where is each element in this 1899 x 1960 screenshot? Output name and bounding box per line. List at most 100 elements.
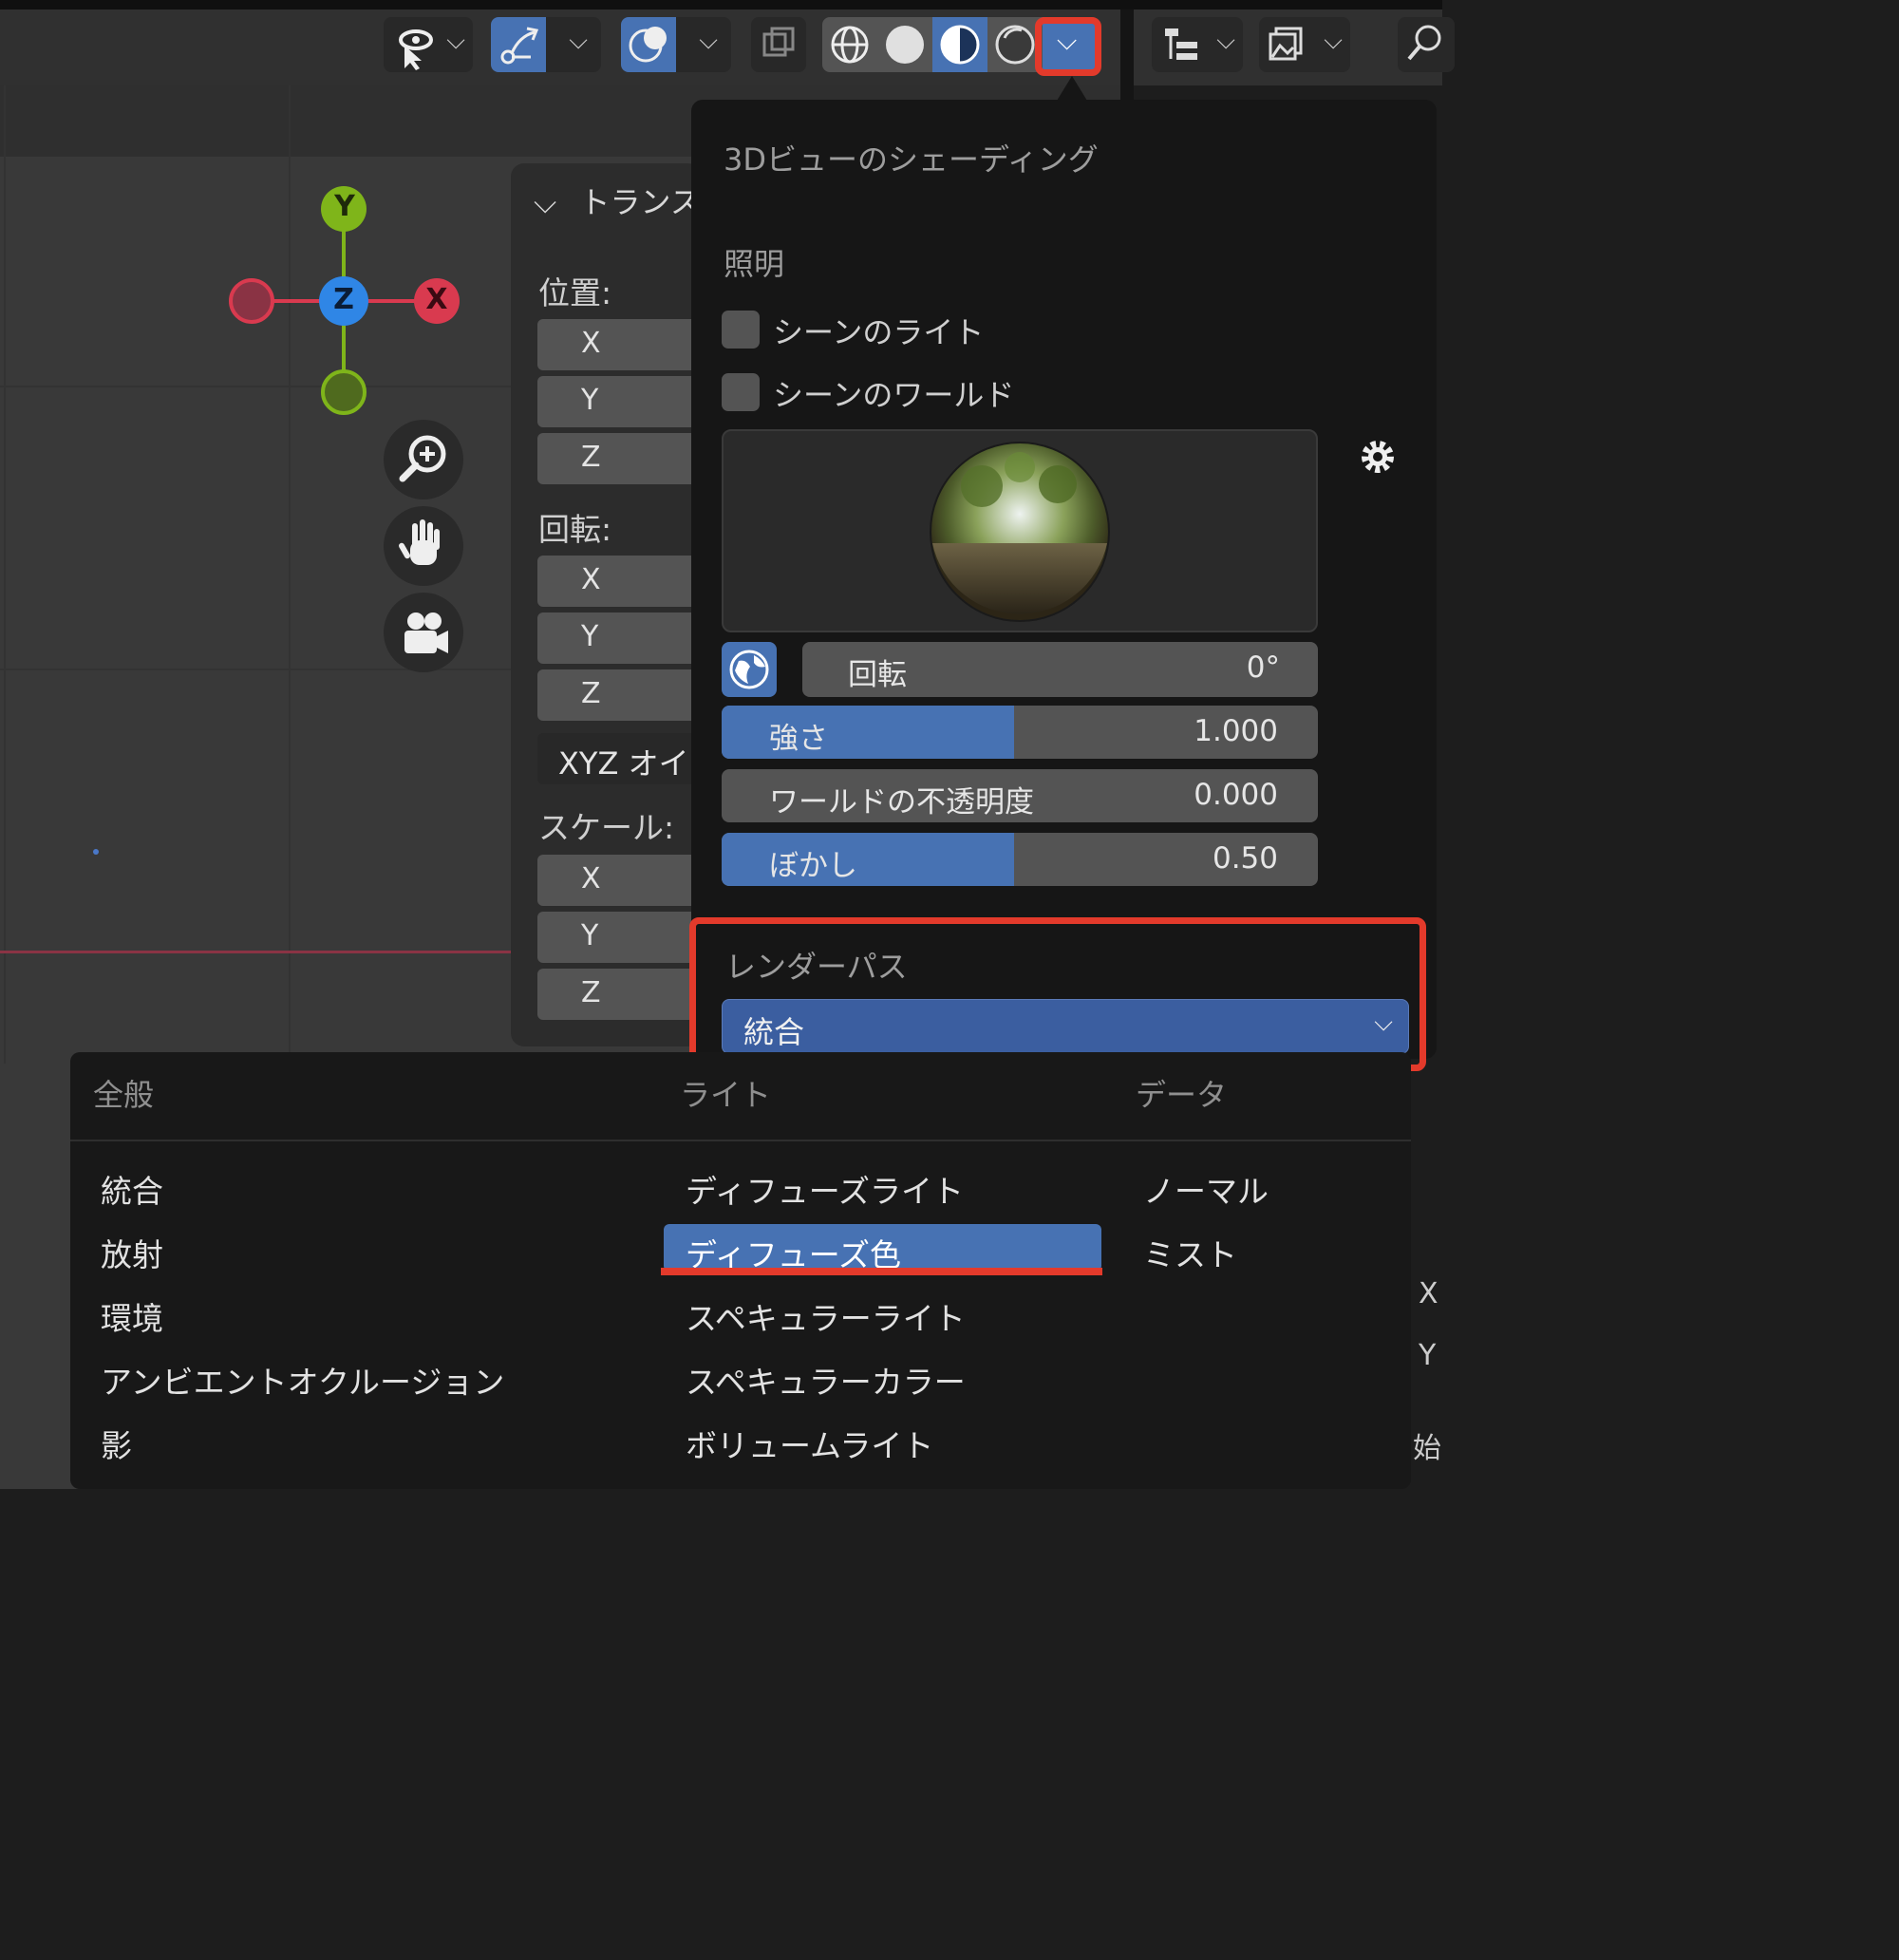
highlight-shading-dropdown [1035, 17, 1101, 76]
menu-header-light: ライト [680, 1077, 772, 1113]
rotation-z-field[interactable]: Z [537, 669, 699, 721]
x-axis-line [0, 951, 513, 953]
blur-label: ぼかし [769, 849, 857, 883]
world-space-lighting-toggle[interactable] [722, 642, 777, 697]
menu-item-combined[interactable]: 統合 [101, 1166, 163, 1212]
visibility-icon [399, 29, 433, 70]
rotation-x-field[interactable]: X [537, 556, 699, 607]
rotation-field-value: 0° [1246, 650, 1280, 685]
checkbox[interactable] [722, 311, 760, 349]
zoom-icon [399, 435, 446, 482]
chevron-down-icon: ⌵ [1324, 27, 1343, 55]
outliner-search-field[interactable] [1398, 17, 1455, 72]
highlight-render-pass [689, 917, 1426, 1071]
location-x-field[interactable]: X [537, 319, 699, 370]
blur-value: 0.50 [1212, 841, 1278, 876]
hand-icon [399, 519, 440, 565]
gear-icon [1362, 441, 1394, 473]
menu-item-mist[interactable]: ミスト [1143, 1230, 1237, 1275]
hdri-preview-box[interactable] [722, 429, 1318, 632]
world-opacity-slider[interactable]: ワールドの不透明度 0.000 [722, 769, 1318, 822]
wireframe-shading-button[interactable] [822, 17, 877, 72]
solid-icon [886, 26, 924, 64]
scale-label: スケール: [538, 809, 675, 846]
visibility-dropdown[interactable]: ⌵ [384, 17, 473, 72]
menu-item-environment[interactable]: 環境 [101, 1293, 163, 1339]
hdri-preferences-button[interactable] [1356, 435, 1400, 479]
menu-item-specular-light[interactable]: スペキュラーライト [686, 1293, 966, 1339]
wireframe-icon [831, 26, 869, 64]
strength-fill [722, 706, 1014, 759]
search-icon [1407, 25, 1441, 61]
menu-item-normal[interactable]: ノーマル [1143, 1166, 1269, 1212]
chevron-down-icon: ⌵ [446, 27, 465, 55]
menu-header-general: 全般 [93, 1077, 155, 1113]
menu-item-volume-light[interactable]: ボリュームライト [686, 1421, 933, 1466]
location-z-field[interactable]: Z [537, 433, 699, 484]
overlay-icon [629, 27, 667, 63]
rotation-mode-value: XYZ オイ [558, 745, 689, 782]
properties-icon [1269, 27, 1303, 61]
xray-icon [762, 27, 795, 57]
outliner-icon [1165, 28, 1197, 60]
camera-icon [404, 612, 448, 653]
origin-dot [93, 849, 99, 855]
lighting-label: 照明 [724, 246, 785, 282]
checkbox[interactable] [722, 373, 760, 411]
chevron-down-icon: ⌵ [534, 184, 557, 220]
menu-item-ambient-occlusion[interactable]: アンビエントオクルージョン [101, 1357, 504, 1403]
transform-panel-header[interactable]: ⌵ トランス [534, 179, 701, 222]
menu-item-emission[interactable]: 放射 [101, 1230, 163, 1275]
pan-button[interactable] [384, 506, 463, 586]
rotation-y-field[interactable]: Y [537, 612, 699, 664]
hdri-sphere-image [930, 442, 1110, 622]
world-icon [729, 650, 769, 689]
gizmo-x-label: X [425, 283, 448, 316]
strength-slider[interactable]: 強さ 1.000 [722, 706, 1318, 759]
gizmo-toggle[interactable]: ⌵ [491, 17, 601, 72]
blur-slider[interactable]: ぼかし 0.50 [722, 833, 1318, 886]
chevron-down-icon: ⌵ [699, 27, 718, 55]
chevron-down-icon: ⌵ [569, 27, 588, 55]
scale-x-field[interactable]: X [537, 855, 699, 906]
menu-item-diffuse-light[interactable]: ディフューズライト [686, 1166, 964, 1212]
rotation-mode-select[interactable]: XYZ オイ [537, 733, 699, 784]
material-preview-button[interactable] [932, 17, 987, 72]
camera-view-button[interactable] [384, 593, 463, 672]
gizmo-icon [500, 27, 539, 65]
scene-lights-label: シーンのライト [773, 314, 985, 350]
popover-title: 3Dビューのシェーディング [724, 141, 1099, 178]
top-bar [0, 0, 1442, 9]
menu-item-specular-color[interactable]: スペキュラーカラー [686, 1357, 966, 1403]
right-panel-y-label: Y [1419, 1339, 1437, 1372]
hdri-rotation-field[interactable]: 回転 0° [802, 642, 1318, 697]
menu-item-shadow[interactable]: 影 [101, 1421, 132, 1466]
scale-y-field[interactable]: Y [537, 912, 699, 963]
grid-line [4, 85, 6, 1064]
right-panel-start-label: 始 [1413, 1432, 1441, 1465]
location-y-field[interactable]: Y [537, 376, 699, 427]
menu-header-data: データ [1136, 1077, 1228, 1113]
diffuse-color-underline [661, 1268, 1102, 1275]
rotation-label: 回転: [538, 511, 612, 548]
display-mode-dropdown[interactable]: ⌵ [1152, 17, 1243, 72]
overlay-toggle[interactable]: ⌵ [621, 17, 731, 72]
material-preview-icon [940, 25, 980, 65]
scene-world-label: シーンのワールド [773, 377, 1015, 413]
rotation-field-label: 回転 [848, 658, 907, 692]
location-label: 位置: [538, 274, 612, 311]
popover-arrow [1057, 76, 1087, 101]
strength-label: 強さ [769, 722, 828, 756]
strength-value: 1.000 [1194, 714, 1278, 748]
scale-z-field[interactable]: Z [537, 969, 699, 1020]
gizmo-z-label: Z [333, 283, 354, 316]
zoom-button[interactable] [384, 420, 463, 499]
blur-fill [722, 833, 1014, 886]
right-panel-x-label: X [1419, 1277, 1438, 1310]
menu-divider [70, 1140, 1411, 1141]
gizmo-y-label: Y [334, 190, 355, 223]
xray-toggle[interactable] [751, 17, 806, 72]
world-opacity-value: 0.000 [1194, 778, 1278, 812]
filter-dropdown[interactable]: ⌵ [1259, 17, 1350, 72]
solid-shading-button[interactable] [877, 17, 932, 72]
